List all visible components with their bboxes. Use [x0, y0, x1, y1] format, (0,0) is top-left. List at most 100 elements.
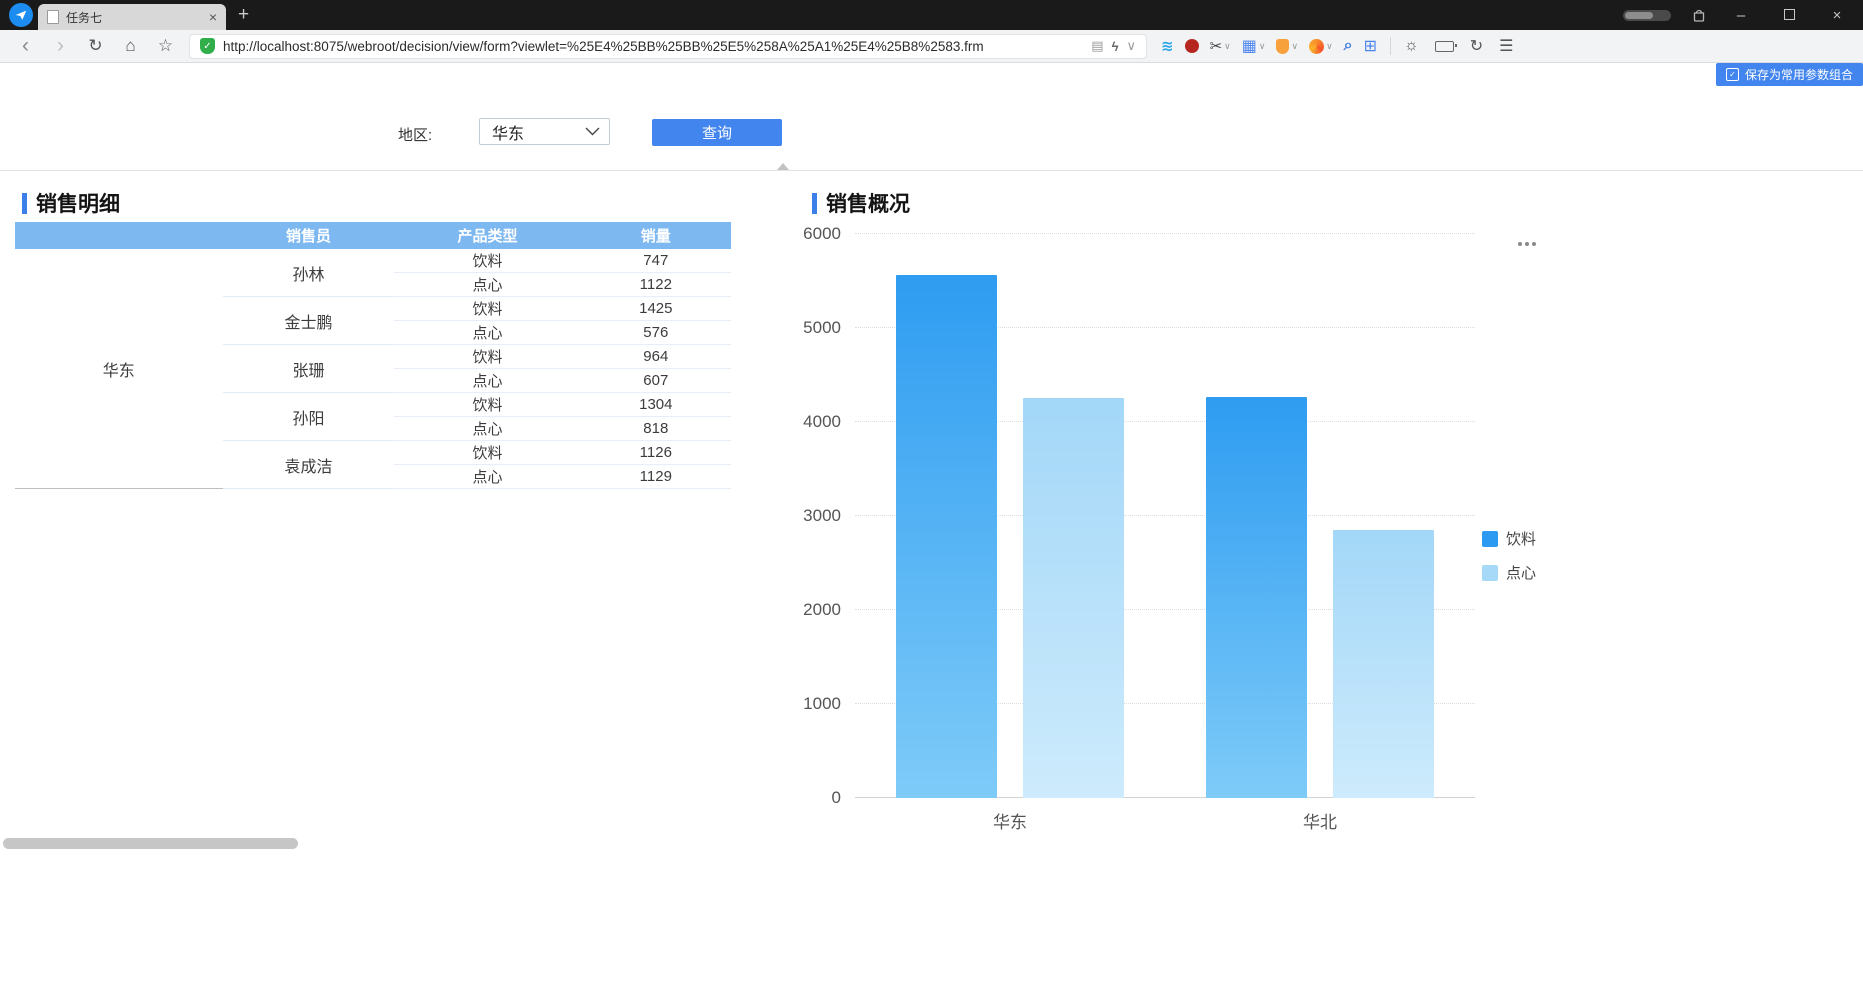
- salesperson-cell: 张珊: [222, 344, 395, 393]
- chart-legend: 饮料 点心: [1482, 528, 1536, 583]
- product-type-cell: 点心: [394, 320, 581, 345]
- region-select[interactable]: 华东: [479, 118, 610, 145]
- x-axis-label: 华东: [993, 813, 1027, 832]
- legend-item-饮料[interactable]: 饮料: [1482, 528, 1536, 549]
- extension-red[interactable]: [1181, 39, 1203, 53]
- window-controls: – ×: [1623, 7, 1863, 24]
- sales-value-cell: 1126: [580, 440, 731, 465]
- browser-tab-bar: 任务七 × + – ×: [0, 0, 1863, 30]
- address-bar[interactable]: ✓ http://localhost:8075/webroot/decision…: [189, 33, 1147, 59]
- y-axis-label: 4000: [803, 412, 841, 431]
- dot: [1532, 242, 1536, 246]
- extension-clipper[interactable]: ✂ ∨: [1206, 37, 1235, 55]
- new-tab-button[interactable]: +: [238, 4, 249, 26]
- favorite-star-icon[interactable]: ☆: [148, 36, 183, 56]
- brightness-icon[interactable]: ☼: [1404, 37, 1419, 55]
- bar-饮料-华东[interactable]: [896, 274, 997, 798]
- rewards-bag-icon[interactable]: [1691, 7, 1707, 23]
- maximize-button[interactable]: [1775, 7, 1803, 24]
- extension-search[interactable]: ⌕: [1340, 37, 1357, 55]
- extension-browser-ball[interactable]: ∨: [1305, 38, 1337, 54]
- refresh-button[interactable]: ↻: [78, 36, 113, 56]
- salesperson-header: 销售员: [222, 222, 395, 249]
- sync-icon[interactable]: ↻: [1470, 36, 1483, 56]
- sales-value-cell: 747: [580, 249, 731, 273]
- product-type-cell: 点心: [394, 368, 581, 393]
- bar-点心-华北[interactable]: [1333, 530, 1434, 798]
- legend-label: 饮料: [1506, 531, 1537, 548]
- maximize-icon: [1783, 8, 1795, 20]
- legend-label: 点心: [1506, 565, 1537, 582]
- sales-header: 销量: [580, 222, 731, 249]
- paper-plane-icon: [15, 10, 27, 20]
- product-type-cell: 饮料: [394, 249, 581, 273]
- toolbar-right-group: ☼ ↻ ☰: [1404, 36, 1513, 56]
- bar-饮料-华北[interactable]: [1206, 396, 1307, 798]
- site-security-icon: ✓: [200, 38, 215, 54]
- page-icon: [47, 10, 59, 24]
- power-indicator-fill: [1625, 11, 1653, 19]
- sales-value-cell: 1122: [580, 272, 731, 297]
- product-type-cell: 点心: [394, 272, 581, 297]
- bar-点心-华东[interactable]: [1023, 398, 1124, 798]
- y-axis-label: 0: [831, 788, 841, 807]
- collapse-arrow-icon[interactable]: [777, 163, 789, 170]
- product-type-cell: 饮料: [394, 440, 581, 465]
- browser-toolbar: ‹ › ↻ ⌂ ☆ ✓ http://localhost:8075/webroo…: [0, 30, 1863, 63]
- extension-apps[interactable]: ⊞: [1360, 36, 1381, 56]
- product-type-cell: 点心: [394, 464, 581, 489]
- chevron-down-icon: ∨: [1291, 40, 1299, 51]
- table-row: 华东 孙林 饮料 747: [15, 249, 731, 380]
- region-select-value: 华东: [492, 125, 525, 143]
- product-type-cell: 点心: [394, 416, 581, 441]
- region-cell: 华东: [102, 362, 135, 380]
- orange-shield-icon: [1276, 38, 1290, 54]
- y-axis-label: 6000: [803, 224, 841, 243]
- menu-icon[interactable]: ☰: [1499, 36, 1513, 56]
- back-button[interactable]: ‹: [8, 34, 43, 58]
- chevron-down-icon: ∨: [1258, 40, 1266, 51]
- reader-mode-icon[interactable]: ▤: [1091, 38, 1103, 54]
- y-axis-label: 3000: [803, 506, 841, 525]
- product-type-cell: 饮料: [394, 296, 581, 321]
- minimize-button[interactable]: –: [1727, 7, 1755, 24]
- close-button[interactable]: ×: [1823, 7, 1851, 24]
- product-type-cell: 饮料: [394, 344, 581, 369]
- chevron-down-icon: ∨: [1224, 40, 1231, 51]
- more-options-icon[interactable]: [1518, 242, 1536, 246]
- wave-icon: ≋: [1161, 38, 1174, 55]
- save-param-button[interactable]: ✓ 保存为常用参数组合: [1715, 63, 1863, 86]
- extension-shield[interactable]: ∨: [1272, 38, 1302, 54]
- battery-icon[interactable]: [1434, 40, 1457, 52]
- query-button[interactable]: 查询: [652, 119, 782, 146]
- y-axis-label: 5000: [803, 318, 841, 337]
- magnifier-icon: ⌕: [1343, 37, 1353, 54]
- y-axis-label: 1000: [803, 694, 841, 713]
- legend-item-点心[interactable]: 点心: [1482, 562, 1536, 583]
- grid-icon: ▦: [1241, 38, 1257, 55]
- table-header-row: 销售员 产品类型 销量: [15, 222, 731, 249]
- horizontal-scrollbar-thumb[interactable]: [3, 838, 298, 849]
- apps-grid-icon: ⊞: [1363, 38, 1378, 55]
- sales-detail-table: 销售员 产品类型 销量 华东 孙林 饮料 747 点心 1122 金士鹏 饮料 1425 点心 57…: [15, 222, 731, 489]
- browser-tab[interactable]: 任务七 ×: [38, 4, 226, 30]
- x-axis-label: 华北: [1303, 813, 1337, 832]
- chevron-down-icon: ∨: [1326, 40, 1333, 51]
- panel-divider: [0, 170, 1863, 171]
- flash-icon[interactable]: ϟ: [1112, 39, 1119, 54]
- power-indicator: [1623, 9, 1671, 21]
- url-text[interactable]: http://localhost:8075/webroot/decision/v…: [223, 39, 1083, 54]
- detail-table-body: 华东 孙林 饮料 747 点心 1122 金士鹏 饮料 1425 点心 576 张珊 饮料 964 点心 60…: [15, 249, 731, 489]
- region-header: [15, 222, 223, 249]
- chevron-down-icon[interactable]: ∨: [1126, 38, 1136, 54]
- salesperson-cell: 孙林: [222, 249, 395, 297]
- forward-button[interactable]: ›: [43, 34, 78, 58]
- title-accent-bar: [22, 192, 27, 214]
- detail-title-text: 销售明细: [36, 193, 120, 216]
- tab-close-icon[interactable]: ×: [209, 9, 217, 25]
- legend-swatch: [1482, 530, 1498, 547]
- home-button[interactable]: ⌂: [113, 36, 148, 56]
- extension-wave[interactable]: ≋: [1157, 37, 1178, 55]
- browser-logo-icon[interactable]: [9, 3, 33, 27]
- extension-table[interactable]: ▦ ∨: [1238, 36, 1270, 56]
